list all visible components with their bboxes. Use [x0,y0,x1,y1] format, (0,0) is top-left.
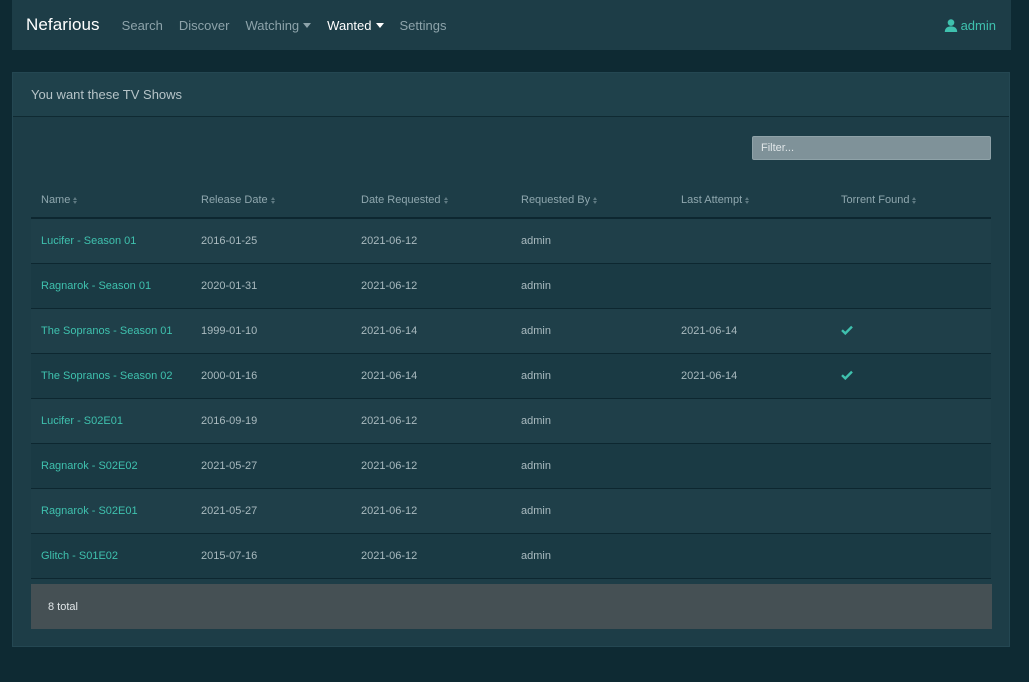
last-attempt: 2021-06-14 [681,370,738,382]
requested-by: admin [521,505,551,517]
requested-by: admin [521,415,551,427]
sort-icon [73,196,78,204]
column-label: Date Requested [361,194,441,206]
date-requested: 2021-06-14 [361,325,418,337]
table-header: Name Release Date Date Requested Request… [31,183,991,219]
release-date: 2020-01-31 [201,280,258,292]
table-row: The Sopranos - Season 02 2000-01-16 2021… [31,354,991,399]
top-navbar: Nefarious Search Discover Watching Wante… [12,0,1011,50]
nav-wanted-label: Wanted [327,17,372,33]
show-name-link[interactable]: Lucifer - Season 01 [31,235,191,247]
brand-logo[interactable]: Nefarious [26,15,100,35]
nav-watching-dropdown[interactable]: Watching [245,17,312,33]
table-row: Lucifer - S02E01 2016-09-19 2021-06-12 a… [31,399,991,444]
date-requested: 2021-06-12 [361,415,418,427]
requested-by: admin [521,325,551,337]
column-label: Name [41,194,71,206]
release-date: 2021-05-27 [201,505,258,517]
nav-settings-label: Settings [399,17,447,33]
table-row: Lucifer - Season 01 2016-01-25 2021-06-1… [31,219,991,264]
wanted-tv-card: You want these TV Shows Name Release Dat… [12,72,1010,647]
column-header-name[interactable]: Name [31,194,191,206]
requested-by: admin [521,550,551,562]
sort-icon [912,196,917,204]
date-requested: 2021-06-12 [361,280,418,292]
sort-icon [443,196,448,204]
nav-discover-label: Discover [178,17,230,33]
table-row: Ragnarok - Season 01 2020-01-31 2021-06-… [31,264,991,309]
table-footer: 8 total [31,584,992,629]
chevron-down-icon [303,23,312,28]
show-name-link[interactable]: Ragnarok - S02E01 [31,505,191,517]
table-row: Glitch - S01E02 2015-07-16 2021-06-12 ad… [31,534,991,579]
nav-search-label: Search [121,17,163,33]
last-attempt: 2021-06-14 [681,325,738,337]
user-icon [944,18,957,32]
filter-input[interactable] [752,136,991,160]
date-requested: 2021-06-12 [361,235,418,247]
sort-icon [270,196,275,204]
column-header-last-attempt[interactable]: Last Attempt [671,194,831,206]
column-label: Torrent Found [841,194,910,206]
chevron-down-icon [375,23,384,28]
column-label: Last Attempt [681,194,743,206]
user-name: admin [960,17,996,33]
column-header-date-requested[interactable]: Date Requested [351,194,511,206]
date-requested: 2021-06-12 [361,460,418,472]
show-name-link[interactable]: Ragnarok - Season 01 [31,280,191,292]
total-count: 8 total [48,600,78,613]
requested-by: admin [521,280,551,292]
date-requested: 2021-06-14 [361,370,418,382]
column-header-torrent-found[interactable]: Torrent Found [831,194,991,206]
show-name-link[interactable]: The Sopranos - Season 01 [31,325,191,337]
table-row: Ragnarok - S02E02 2021-05-27 2021-06-12 … [31,444,991,489]
show-name-link[interactable]: The Sopranos - Season 02 [31,370,191,382]
date-requested: 2021-06-12 [361,550,418,562]
wanted-table: Name Release Date Date Requested Request… [31,183,991,579]
column-label: Release Date [201,194,268,206]
nav-search[interactable]: Search [122,18,163,33]
table-body: Lucifer - Season 01 2016-01-25 2021-06-1… [31,219,991,579]
column-header-requested-by[interactable]: Requested By [511,194,671,206]
show-name-link[interactable]: Lucifer - S02E01 [31,415,191,427]
column-label: Requested By [521,194,591,206]
column-header-release-date[interactable]: Release Date [191,194,351,206]
card-title: You want these TV Shows [31,87,183,102]
requested-by: admin [521,370,551,382]
sort-icon [745,196,750,204]
release-date: 2015-07-16 [201,550,258,562]
torrent-found [831,370,991,383]
nav-settings[interactable]: Settings [400,18,447,33]
table-row: The Sopranos - Season 01 1999-01-10 2021… [31,309,991,354]
nav-wanted-dropdown[interactable]: Wanted [327,17,384,33]
user-menu[interactable]: admin [944,0,996,50]
show-name-link[interactable]: Glitch - S01E02 [31,550,191,562]
nav-discover[interactable]: Discover [179,18,230,33]
show-name-link[interactable]: Ragnarok - S02E02 [31,460,191,472]
release-date: 1999-01-10 [201,325,258,337]
release-date: 2016-09-19 [201,415,258,427]
requested-by: admin [521,460,551,472]
check-icon [841,370,853,380]
release-date: 2000-01-16 [201,370,258,382]
check-icon [841,325,853,335]
release-date: 2021-05-27 [201,460,258,472]
date-requested: 2021-06-12 [361,505,418,517]
torrent-found [831,325,991,338]
nav-watching-label: Watching [245,17,300,33]
card-header: You want these TV Shows [13,73,1009,117]
requested-by: admin [521,235,551,247]
release-date: 2016-01-25 [201,235,258,247]
sort-icon [593,196,598,204]
table-row: Ragnarok - S02E01 2021-05-27 2021-06-12 … [31,489,991,534]
